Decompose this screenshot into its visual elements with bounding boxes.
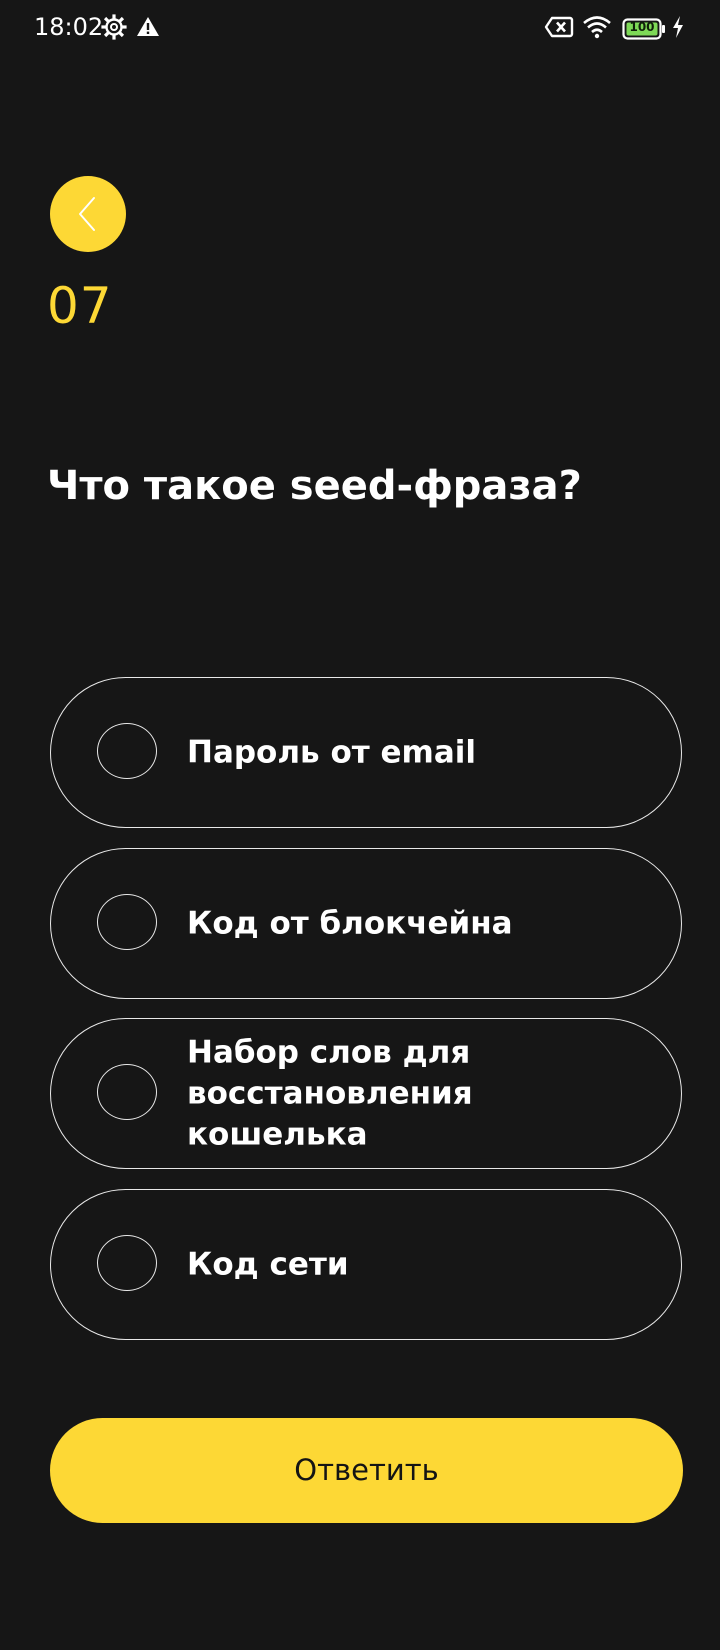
answer-option[interactable]: Код от блокчейна — [50, 848, 682, 999]
warning-triangle-icon — [137, 17, 159, 36]
settings-gear-icon — [101, 14, 127, 40]
battery-level-text: 100 — [629, 20, 655, 34]
submit-answer-button[interactable]: Ответить — [50, 1418, 683, 1523]
question-title: Что такое seed-фраза? — [47, 463, 582, 509]
status-time: 18:02 — [34, 13, 104, 41]
answer-option-label: Набор слов для восстановления кошелька — [187, 1034, 473, 1152]
answer-option-label: Код сети — [187, 1246, 349, 1282]
radio-button[interactable] — [97, 1064, 157, 1120]
question-step-number: 07 — [47, 277, 113, 335]
answer-option[interactable]: Код сети — [50, 1189, 682, 1340]
radio-button[interactable] — [97, 723, 157, 779]
back-button[interactable] — [50, 176, 126, 252]
wifi-icon — [583, 16, 611, 39]
answer-option-label: Код от блокчейна — [187, 905, 513, 941]
answer-option-label: Пароль от email — [187, 734, 477, 770]
radio-button[interactable] — [97, 1235, 157, 1291]
radio-button[interactable] — [97, 894, 157, 950]
no-sim-icon — [544, 16, 574, 38]
charging-bolt-icon — [673, 16, 683, 38]
answer-option[interactable]: Пароль от email — [50, 677, 682, 828]
chevron-left-icon — [79, 197, 95, 231]
status-bar: 18:02 100 — [0, 0, 720, 54]
answer-option[interactable]: Набор слов для восстановления кошелька — [50, 1018, 682, 1169]
